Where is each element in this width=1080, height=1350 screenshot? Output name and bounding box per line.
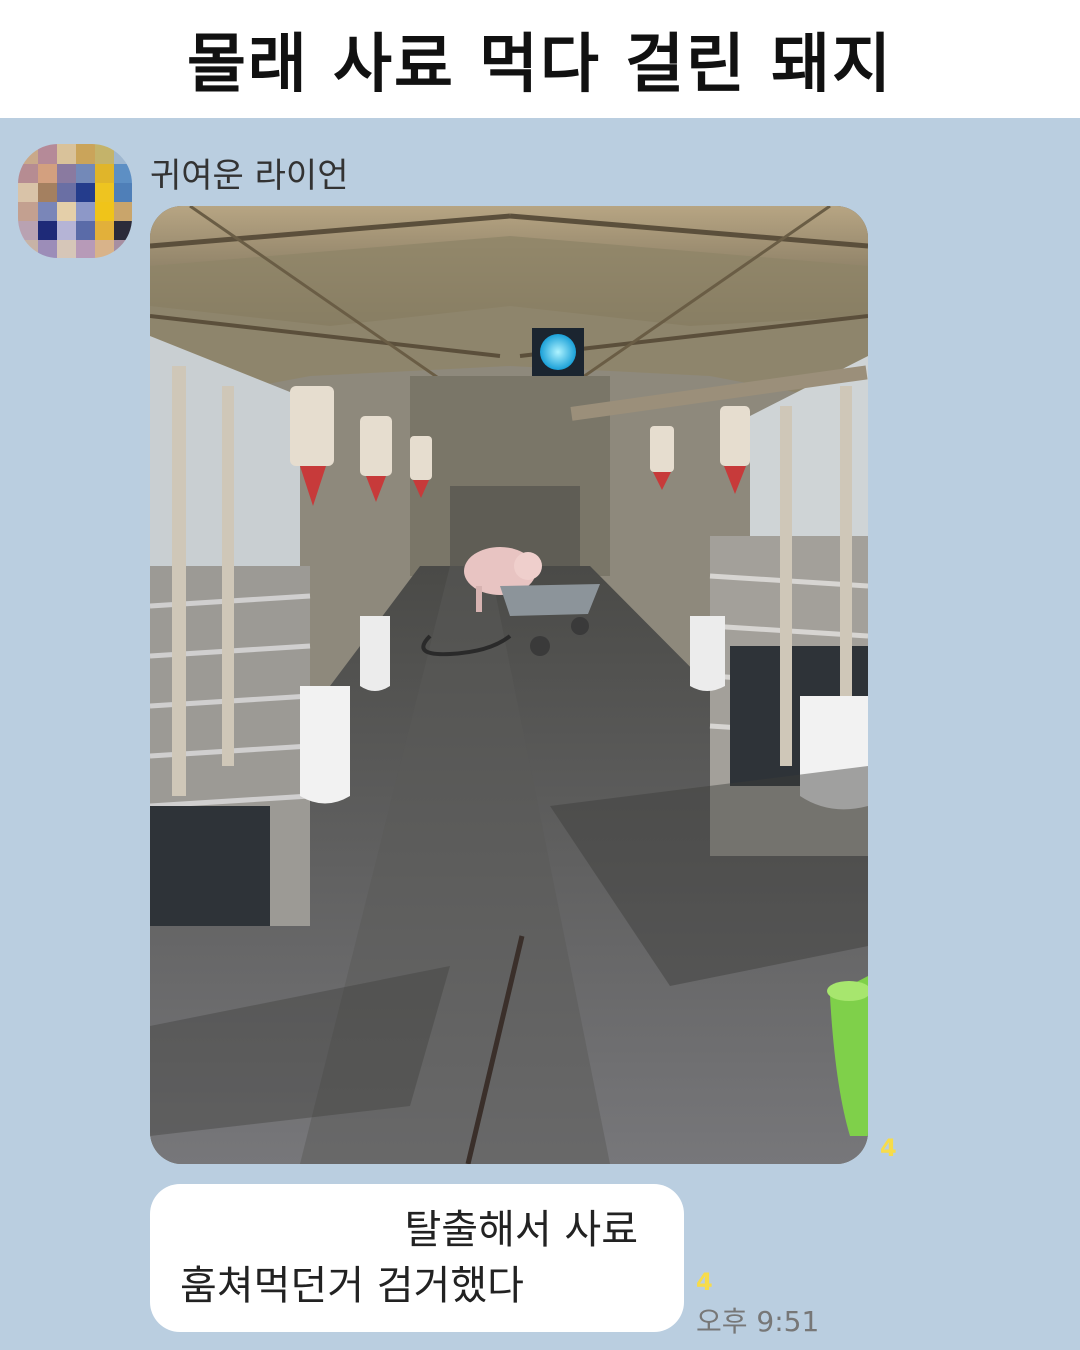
unread-count-photo: 4 [880,1134,897,1162]
pixelated-avatar-image [18,144,132,258]
sender-name: 귀여운 라이언 [150,156,349,196]
photo-message[interactable] [150,206,868,1164]
barn-photo [150,206,868,1164]
title-bar: 몰래 사료 먹다 걸린 돼지 [0,0,1080,118]
page-title: 몰래 사료 먹다 걸린 돼지 [187,28,893,102]
unread-count-message: 4 [696,1268,713,1296]
message-timestamp: 오후 9:51 [696,1305,820,1338]
text-message[interactable]: 탈출해서 사료 훔쳐먹던거 검거했다 [150,1184,684,1332]
avatar[interactable] [18,144,132,258]
message-line-1: 탈출해서 사료 [404,1207,638,1253]
message-line-2: 훔쳐먹던거 검거했다 [180,1263,524,1309]
